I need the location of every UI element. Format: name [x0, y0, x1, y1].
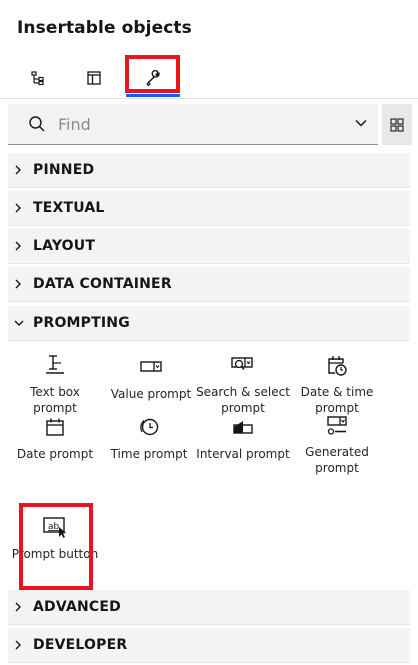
item-label: Prompt button: [11, 547, 99, 561]
grid-view-toggle[interactable]: [382, 104, 412, 145]
section-label: LAYOUT: [33, 238, 96, 254]
section-advanced[interactable]: ADVANCED: [8, 590, 410, 625]
prompt-button[interactable]: ab Prompt button: [7, 512, 103, 576]
tab-data-tree[interactable]: [11, 59, 65, 97]
item-label: Value prompt: [110, 387, 192, 401]
chevron-right-icon: [13, 601, 31, 613]
text-box-prompt[interactable]: Text box prompt: [7, 352, 103, 416]
chevron-right-icon: [13, 278, 31, 290]
chevron-down-icon[interactable]: [354, 116, 368, 130]
date-prompt[interactable]: Date prompt: [7, 412, 103, 476]
tree-structure-icon: [31, 71, 44, 86]
chevron-right-icon: [13, 240, 31, 252]
value-prompt[interactable]: Value prompt: [103, 352, 199, 416]
item-label: Date prompt: [16, 447, 94, 461]
wrench-tools-icon: [146, 69, 160, 87]
chevron-right-icon: [13, 639, 31, 651]
item-label: Generated prompt: [305, 445, 369, 475]
prompt-button-icon: ab: [42, 514, 68, 540]
search-select-prompt-icon: [230, 354, 256, 378]
section-label: ADVANCED: [33, 599, 121, 615]
grid-view-icon: [390, 117, 404, 132]
active-tab-indicator: [126, 94, 180, 97]
interval-prompt[interactable]: Interval prompt: [195, 412, 291, 476]
item-label: Interval prompt: [196, 447, 290, 461]
layout-template-icon: [87, 71, 101, 85]
generated-prompt-icon: [326, 414, 348, 438]
time-prompt[interactable]: Time prompt: [101, 412, 197, 476]
tab-toolbox[interactable]: [126, 59, 180, 97]
tabs-divider: [0, 98, 418, 99]
search-icon: [29, 116, 45, 132]
value-prompt-icon: [139, 354, 163, 380]
section-layout[interactable]: LAYOUT: [8, 229, 410, 264]
section-prompting[interactable]: PROMPTING: [8, 306, 410, 341]
chevron-right-icon: [13, 164, 31, 176]
section-developer[interactable]: DEVELOPER: [8, 628, 410, 663]
date-time-prompt[interactable]: Date & time prompt: [289, 352, 385, 416]
clock-icon: [138, 414, 160, 440]
generated-prompt[interactable]: Generated prompt: [289, 412, 385, 476]
text-box-prompt-icon: [44, 354, 66, 378]
section-data-container[interactable]: DATA CONTAINER: [8, 267, 410, 302]
section-label: DEVELOPER: [33, 637, 128, 653]
search-input[interactable]: [58, 104, 358, 144]
chevron-down-icon: [13, 318, 31, 328]
calendar-icon: [45, 414, 65, 440]
date-time-prompt-icon: [326, 354, 348, 378]
section-label: PINNED: [33, 162, 95, 178]
section-textual[interactable]: TEXTUAL: [8, 191, 410, 226]
panel-title: Insertable objects: [17, 18, 192, 38]
section-label: TEXTUAL: [33, 200, 105, 216]
search-bar: [8, 104, 378, 145]
section-pinned[interactable]: PINNED: [8, 153, 410, 188]
chevron-right-icon: [13, 202, 31, 214]
section-label: DATA CONTAINER: [33, 276, 172, 292]
section-label: PROMPTING: [33, 315, 130, 331]
interval-icon: [231, 414, 255, 440]
item-label: Time prompt: [110, 447, 188, 461]
search-select-prompt[interactable]: Search & select prompt: [195, 352, 291, 416]
tab-layout-objects[interactable]: [67, 59, 121, 97]
